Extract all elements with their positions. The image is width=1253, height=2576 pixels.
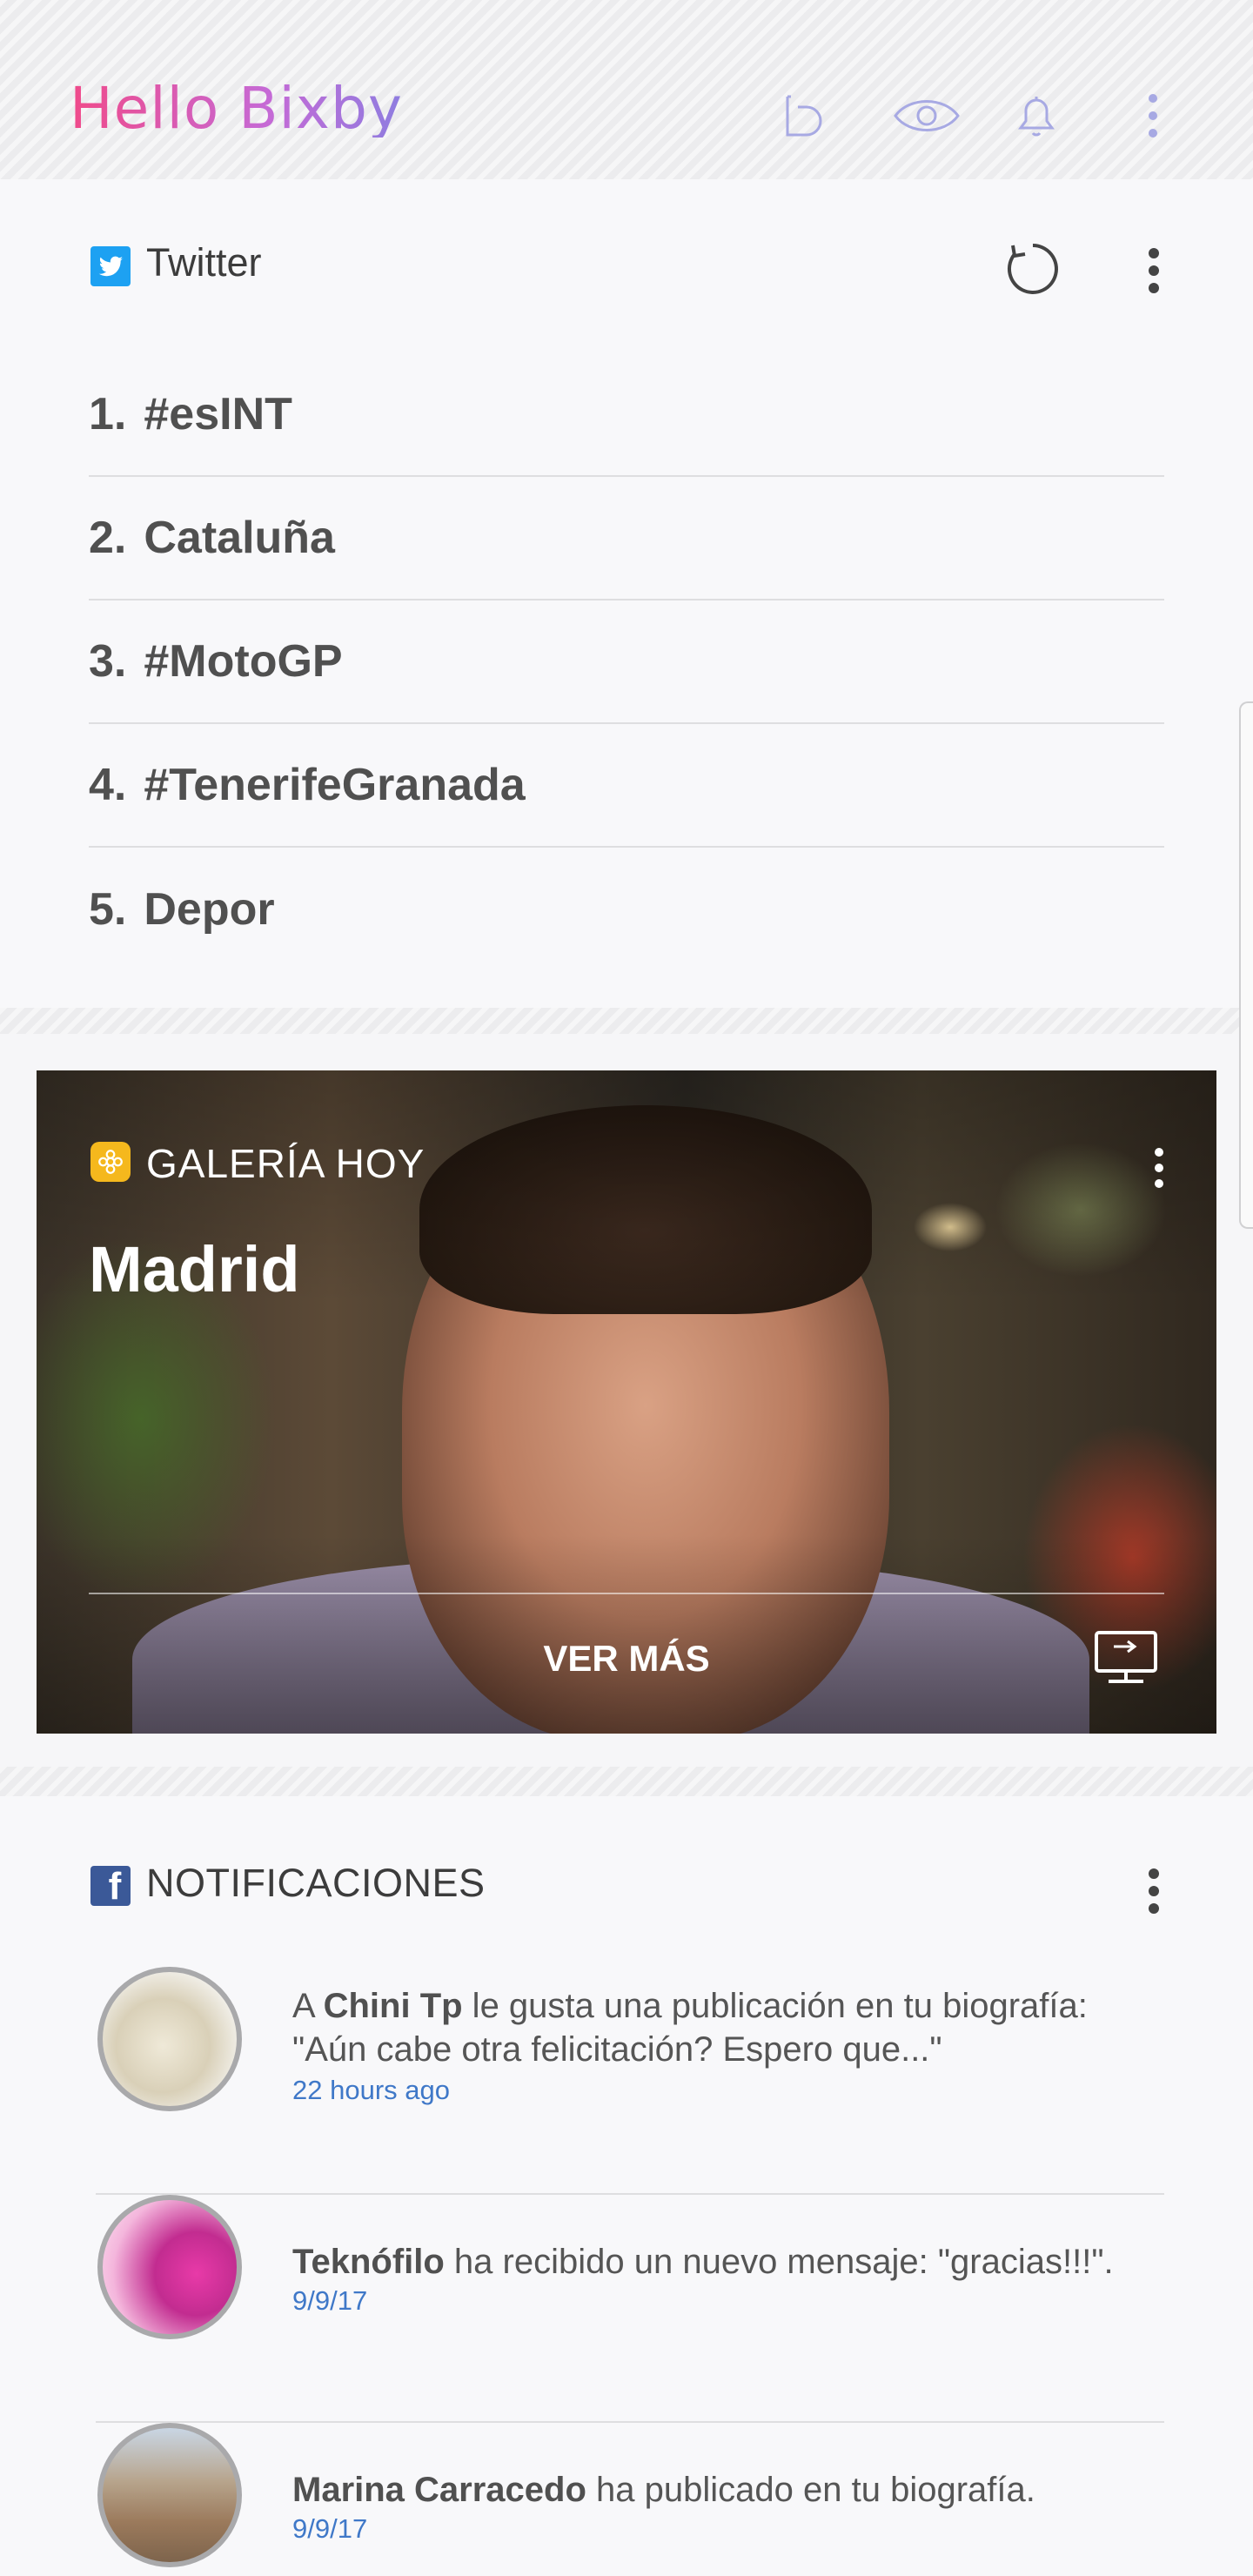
reminder-bell-icon[interactable] [1006, 85, 1067, 146]
edge-panel-handle[interactable] [1239, 701, 1253, 1229]
trend-label: #TenerifeGranada [144, 760, 526, 810]
trend-rank: 4. [89, 760, 127, 810]
trend-rank: 5. [89, 884, 127, 935]
gallery-more-icon[interactable] [1142, 1144, 1176, 1196]
facebook-icon: f [90, 1866, 131, 1906]
notification-time: 22 hours ago [292, 2075, 450, 2105]
vision-eye-icon[interactable] [888, 85, 966, 146]
gallery-city: Madrid [89, 1233, 300, 1305]
cast-screen-icon[interactable] [1091, 1627, 1161, 1688]
ver-mas-button[interactable]: VER MÁS [512, 1624, 741, 1694]
notification-text: Marina Carracedo ha publicado en tu biog… [292, 2468, 1171, 2512]
trend-label: Cataluña [144, 513, 335, 563]
notification-message: ha publicado en tu biografía. [586, 2471, 1035, 2509]
refresh-icon[interactable] [1002, 238, 1063, 299]
gallery-label: GALERÍA HOY [146, 1141, 425, 1186]
notification-user: Chini Tp [323, 1987, 463, 2025]
notification-item[interactable]: Marina Carracedo ha publicado en tu biog… [96, 2423, 1164, 2576]
trend-item[interactable]: 3. #MotoGP [89, 600, 1164, 724]
notification-text: Teknófilo ha recibido un nuevo mensaje: … [292, 2240, 1171, 2284]
notification-user: Marina Carracedo [292, 2471, 586, 2509]
facebook-notifications-card: f NOTIFICACIONES A Chini Tp le gusta una… [0, 1796, 1253, 2576]
twitter-card-title: Twitter [146, 240, 262, 285]
more-vert-icon[interactable] [1122, 85, 1183, 146]
bixby-icon[interactable] [773, 85, 834, 146]
facebook-card-title: NOTIFICACIONES [146, 1861, 486, 1905]
card-divider [0, 1767, 1253, 1796]
gallery-divider [89, 1593, 1164, 1594]
notification-text: A Chini Tp le gusta una publicación en t… [292, 1984, 1171, 2071]
notification-item[interactable]: A Chini Tp le gusta una publicación en t… [96, 1967, 1164, 2195]
trend-item[interactable]: 2. Cataluña [89, 477, 1164, 600]
twitter-icon [90, 246, 131, 286]
avatar [97, 2195, 242, 2339]
app-header: Hello Bixby [0, 0, 1253, 179]
notification-time: 9/9/17 [292, 2513, 368, 2544]
gallery-today-card[interactable]: GALERÍA HOY Madrid VER MÁS [37, 1070, 1216, 1734]
avatar [97, 1967, 242, 2111]
card-divider [0, 1008, 1253, 1034]
hello-bixby-logo: Hello Bixby [70, 75, 403, 142]
gallery-flower-icon [90, 1142, 131, 1182]
notification-time: 9/9/17 [292, 2285, 368, 2316]
trend-item[interactable]: 1. #esINT [89, 353, 1164, 477]
trend-label: #MotoGP [144, 636, 343, 687]
trend-label: #esINT [144, 389, 292, 439]
notification-user: Teknófilo [292, 2243, 445, 2281]
trend-rank: 1. [89, 389, 127, 439]
trend-rank: 2. [89, 513, 127, 563]
twitter-more-icon[interactable] [1128, 242, 1180, 299]
avatar [97, 2423, 242, 2567]
trend-item[interactable]: 5. Depor [89, 848, 1164, 971]
trend-label: Depor [144, 884, 275, 935]
trend-item[interactable]: 4. #TenerifeGranada [89, 724, 1164, 848]
notification-item[interactable]: Teknófilo ha recibido un nuevo mensaje: … [96, 2195, 1164, 2423]
notification-message: ha recibido un nuevo mensaje: "gracias!!… [444, 2243, 1114, 2281]
notification-prefix: A [292, 1987, 324, 2025]
twitter-card: Twitter 1. #esINT 2. Cataluña 3. #MotoGP 4.… [0, 179, 1253, 1008]
gallery-card-wrapper: GALERÍA HOY Madrid VER MÁS [0, 1034, 1253, 1793]
trend-rank: 3. [89, 636, 127, 687]
trend-list: 1. #esINT 2. Cataluña 3. #MotoGP 4. #Tenerif… [89, 353, 1164, 971]
facebook-more-icon[interactable] [1128, 1862, 1180, 1920]
